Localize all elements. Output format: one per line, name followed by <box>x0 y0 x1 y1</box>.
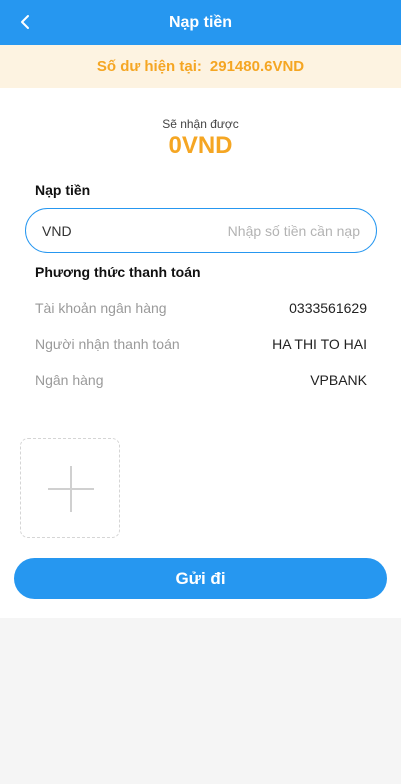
deposit-card: Sẽ nhận được 0VND Nạp tiền VND Phương th… <box>0 88 401 618</box>
amount-input[interactable] <box>82 222 360 239</box>
chevron-left-icon <box>21 15 29 29</box>
submit-button[interactable]: Gửi đi <box>14 558 387 599</box>
receive-label: Sẽ nhận được <box>162 117 239 131</box>
bank-account-label: Tài khoản ngân hàng <box>35 300 167 316</box>
plus-icon <box>48 466 94 512</box>
payment-method-title: Phương thức thanh toán <box>35 264 201 280</box>
back-button[interactable] <box>12 8 40 36</box>
amount-field[interactable]: VND <box>25 208 377 253</box>
recipient-value: HA THI TO HAI <box>272 336 367 352</box>
page-title: Nạp tiền <box>168 13 233 31</box>
upload-image-button[interactable] <box>20 438 120 538</box>
currency-label: VND <box>42 222 72 239</box>
bank-row: Ngân hàng VPBANK <box>35 370 367 390</box>
receive-amount: 0VND <box>168 132 233 159</box>
recipient-label: Người nhận thanh toán <box>35 336 180 352</box>
app-header: Nạp tiền <box>0 0 401 45</box>
balance-bar: Số dư hiện tại: 291480.6VND <box>0 45 401 88</box>
recipient-row: Người nhận thanh toán HA THI TO HAI <box>35 334 367 354</box>
balance-label: Số dư hiện tại: <box>96 58 202 75</box>
bank-account-value: 0333561629 <box>289 300 367 316</box>
bank-value: VPBANK <box>310 372 367 388</box>
bank-account-row: Tài khoản ngân hàng 0333561629 <box>35 298 367 318</box>
balance-amount: 291480.6VND <box>209 58 305 75</box>
deposit-section-title: Nạp tiền <box>35 182 91 198</box>
bank-label: Ngân hàng <box>35 372 104 388</box>
